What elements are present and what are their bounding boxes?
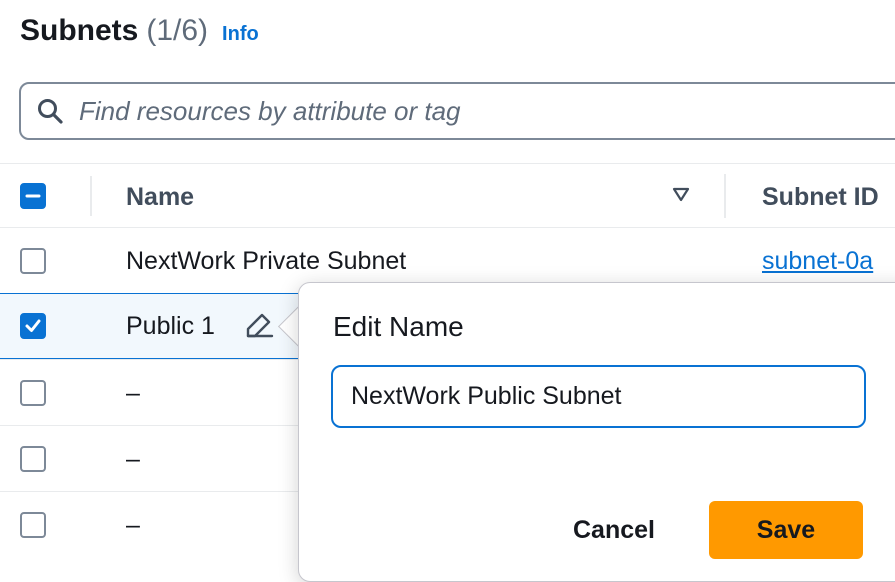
edit-name-input[interactable] [331,365,866,428]
page-title: Subnets [20,14,139,47]
subnet-name: – [126,511,140,539]
row-checkbox[interactable] [20,512,46,538]
cancel-button[interactable]: Cancel [554,501,674,559]
table-header-row: Name Subnet ID [0,163,895,227]
info-link[interactable]: Info [222,23,259,46]
search-icon [38,99,63,124]
selection-count: (1/6) [146,14,209,47]
column-divider [90,176,92,216]
search-input[interactable] [77,94,781,128]
sort-down-icon[interactable] [672,187,690,203]
select-all-checkbox[interactable] [20,183,46,209]
subnet-id-link[interactable]: subnet-0a [762,247,873,276]
popover-title: Edit Name [333,311,464,342]
indeterminate-icon [25,194,41,198]
edit-name-popover: Edit Name Cancel Save [298,282,895,582]
row-checkbox[interactable] [20,248,46,274]
row-checkbox[interactable] [20,380,46,406]
page-header: Subnets (1/6) Info [20,14,259,54]
search-bar[interactable] [19,82,895,140]
checkmark-icon [25,319,41,332]
subnet-name: – [126,379,140,407]
subnet-name: NextWork Private Subnet [126,247,407,275]
save-button[interactable]: Save [709,501,863,559]
column-header-name[interactable]: Name [126,183,194,212]
subnet-name: – [126,445,140,473]
column-resizer[interactable] [724,174,726,218]
subnet-name: Public 1 [126,312,215,340]
row-checkbox[interactable] [20,446,46,472]
row-checkbox[interactable] [20,313,46,339]
pencil-edit-icon[interactable] [244,311,276,339]
column-header-subnet-id[interactable]: Subnet ID [762,183,879,212]
